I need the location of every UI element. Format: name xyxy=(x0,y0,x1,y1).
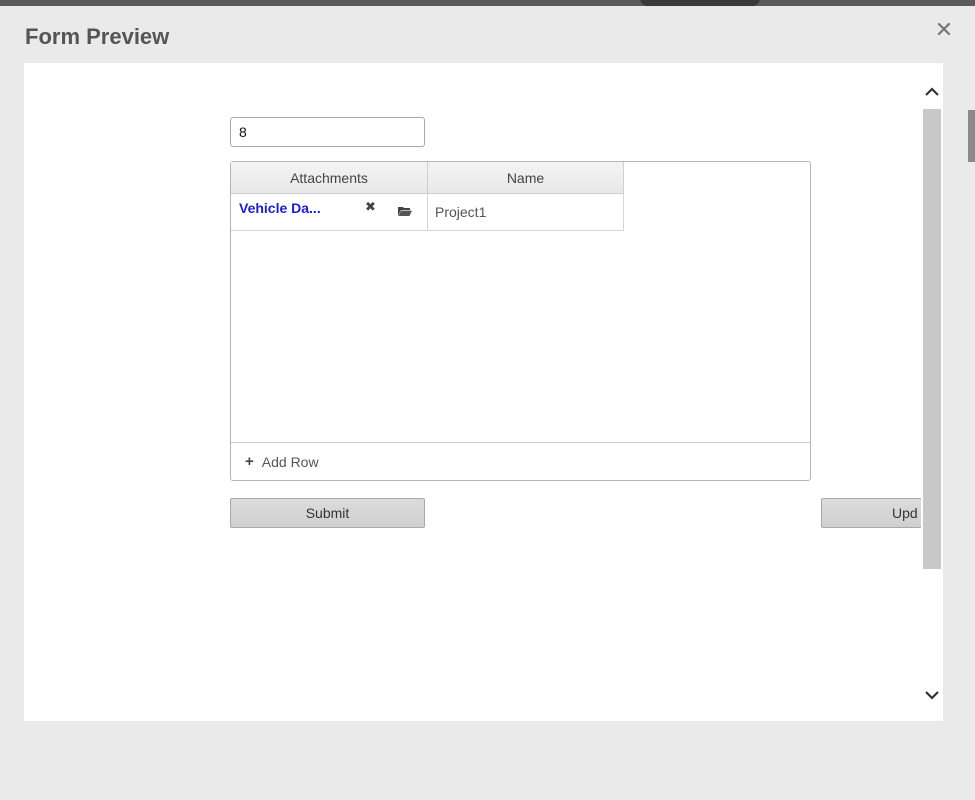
table-row: Vehicle Da... ✖ Project1 xyxy=(231,194,624,231)
chevron-down-icon[interactable] xyxy=(921,688,943,706)
column-header-attachments[interactable]: Attachments xyxy=(231,162,428,194)
update-button[interactable]: Upd xyxy=(821,498,921,528)
folder-open-icon[interactable] xyxy=(398,206,412,216)
close-icon[interactable]: ✕ xyxy=(934,20,954,42)
chevron-up-icon[interactable] xyxy=(921,85,943,103)
vertical-scrollbar[interactable] xyxy=(921,63,943,721)
name-value: Project1 xyxy=(435,204,487,220)
submit-button[interactable]: Submit xyxy=(230,498,425,528)
plus-icon: + xyxy=(245,453,254,470)
name-cell[interactable]: Project1 xyxy=(428,194,624,231)
attachments-grid: Attachments Name Vehicle Da... ✖ Project… xyxy=(230,161,811,481)
dialog-title: Form Preview xyxy=(25,24,170,49)
add-row-label: Add Row xyxy=(261,453,319,470)
scrollbar-thumb[interactable] xyxy=(923,109,941,569)
grid-header: Attachments Name xyxy=(231,162,624,194)
add-row-button[interactable]: + Add Row xyxy=(245,453,319,470)
remove-icon[interactable]: ✖ xyxy=(365,200,376,215)
grid-footer: + Add Row xyxy=(231,442,810,480)
background-window-edge xyxy=(968,110,975,162)
number-input[interactable] xyxy=(230,117,425,147)
column-header-name[interactable]: Name xyxy=(428,162,624,194)
attachment-link[interactable]: Vehicle Da... xyxy=(239,200,321,216)
form-content: Attachments Name Vehicle Da... ✖ Project… xyxy=(24,63,921,721)
attachment-cell: Vehicle Da... ✖ xyxy=(231,194,428,231)
